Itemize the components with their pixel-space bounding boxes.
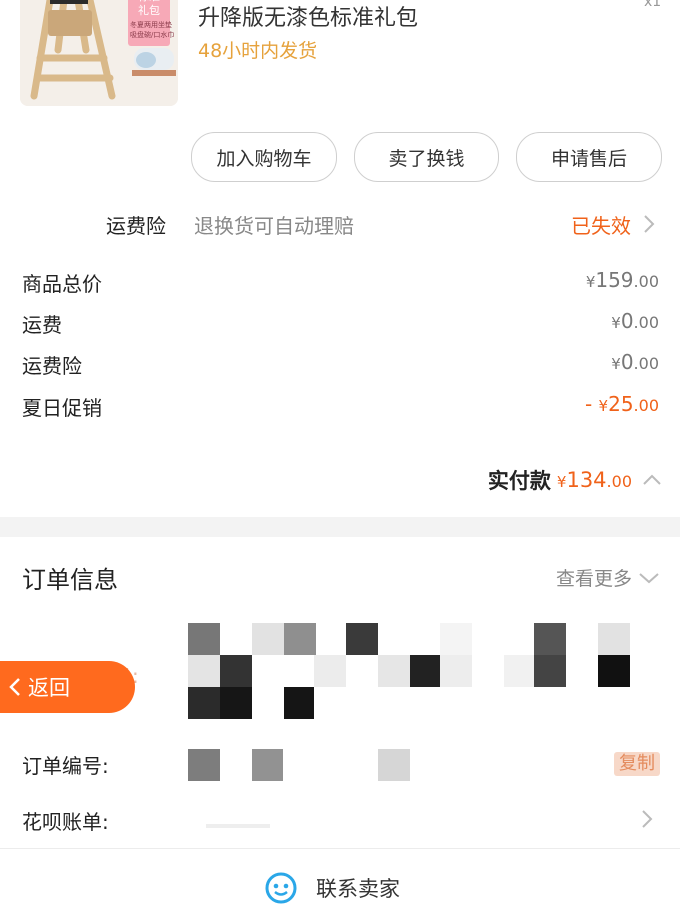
section-divider (0, 517, 680, 537)
redacted-huabei (206, 824, 270, 828)
insurance-status: 已失效 (571, 214, 631, 238)
add-to-cart-button[interactable]: 加入购物车 (191, 132, 337, 182)
price-row-shipping: 运费 ¥0.00 (0, 309, 680, 339)
price-row-insurance: 运费险 ¥0.00 (0, 350, 680, 380)
price-value: - ¥25.00 (584, 392, 659, 416)
redacted-receiver-info (188, 623, 633, 719)
copy-button[interactable]: 复制 (614, 752, 660, 776)
shipping-note: 48小时内发货 (198, 40, 318, 62)
price-label: 运费险 (22, 354, 82, 378)
total-row[interactable]: 实付款 ¥134.00 (488, 464, 662, 496)
image-label-gift: 礼包 (138, 4, 160, 17)
redacted-order-number (188, 749, 412, 781)
huabei-row[interactable]: 花呗账单: (0, 800, 680, 840)
view-more-link[interactable]: 查看更多 (556, 564, 660, 591)
back-label: 返回 (28, 676, 70, 700)
contact-seller-label: 联系卖家 (316, 877, 400, 901)
price-row-summer-promo: 夏日促销 - ¥25.00 (0, 392, 680, 422)
chat-bubble-icon (265, 872, 297, 904)
contact-seller-button[interactable]: 联系卖家 (264, 871, 400, 905)
image-small-text-1: 冬夏两用坐垫 (130, 21, 172, 29)
quantity: x1 (644, 0, 662, 10)
image-small-text-2: 吸盘碗/口水巾 (130, 31, 175, 39)
price-value: ¥159.00 (585, 268, 659, 292)
chevron-up-icon (643, 474, 661, 485)
product-image[interactable]: 标准 礼包 冬夏两用坐垫 吸盘碗/口水巾 (20, 0, 178, 106)
huabei-label: 花呗账单: (22, 810, 109, 834)
price-label: 运费 (22, 313, 62, 337)
order-number-label: 订单编号: (22, 754, 109, 778)
price-value: ¥0.00 (611, 350, 659, 374)
product-title[interactable]: 升降版无漆色标准礼包 (198, 0, 418, 32)
shipping-insurance-row[interactable]: 运费险 退换货可自动理赔 已失效 (0, 200, 680, 246)
back-button[interactable]: 返回 (0, 661, 135, 713)
insurance-desc: 退换货可自动理赔 (194, 214, 354, 238)
price-row-goods-total: 商品总价 ¥159.00 (0, 268, 680, 298)
price-value: ¥0.00 (611, 309, 659, 333)
chevron-left-icon (9, 678, 20, 696)
total-value: ¥134.00 (556, 468, 632, 492)
order-info-title: 订单信息 (22, 566, 118, 594)
sell-for-cash-button[interactable]: 卖了换钱 (354, 132, 499, 182)
price-label: 夏日促销 (22, 396, 102, 420)
chevron-right-icon (642, 810, 653, 828)
price-label: 商品总价 (22, 272, 102, 296)
chevron-right-icon (644, 215, 655, 233)
view-more-label: 查看更多 (555, 568, 632, 590)
chevron-down-icon (639, 572, 659, 583)
insurance-label: 运费险 (106, 214, 166, 238)
after-sales-button[interactable]: 申请售后 (516, 132, 662, 182)
total-label: 实付款 (487, 469, 551, 493)
bottom-bar: 联系卖家 (0, 848, 680, 908)
